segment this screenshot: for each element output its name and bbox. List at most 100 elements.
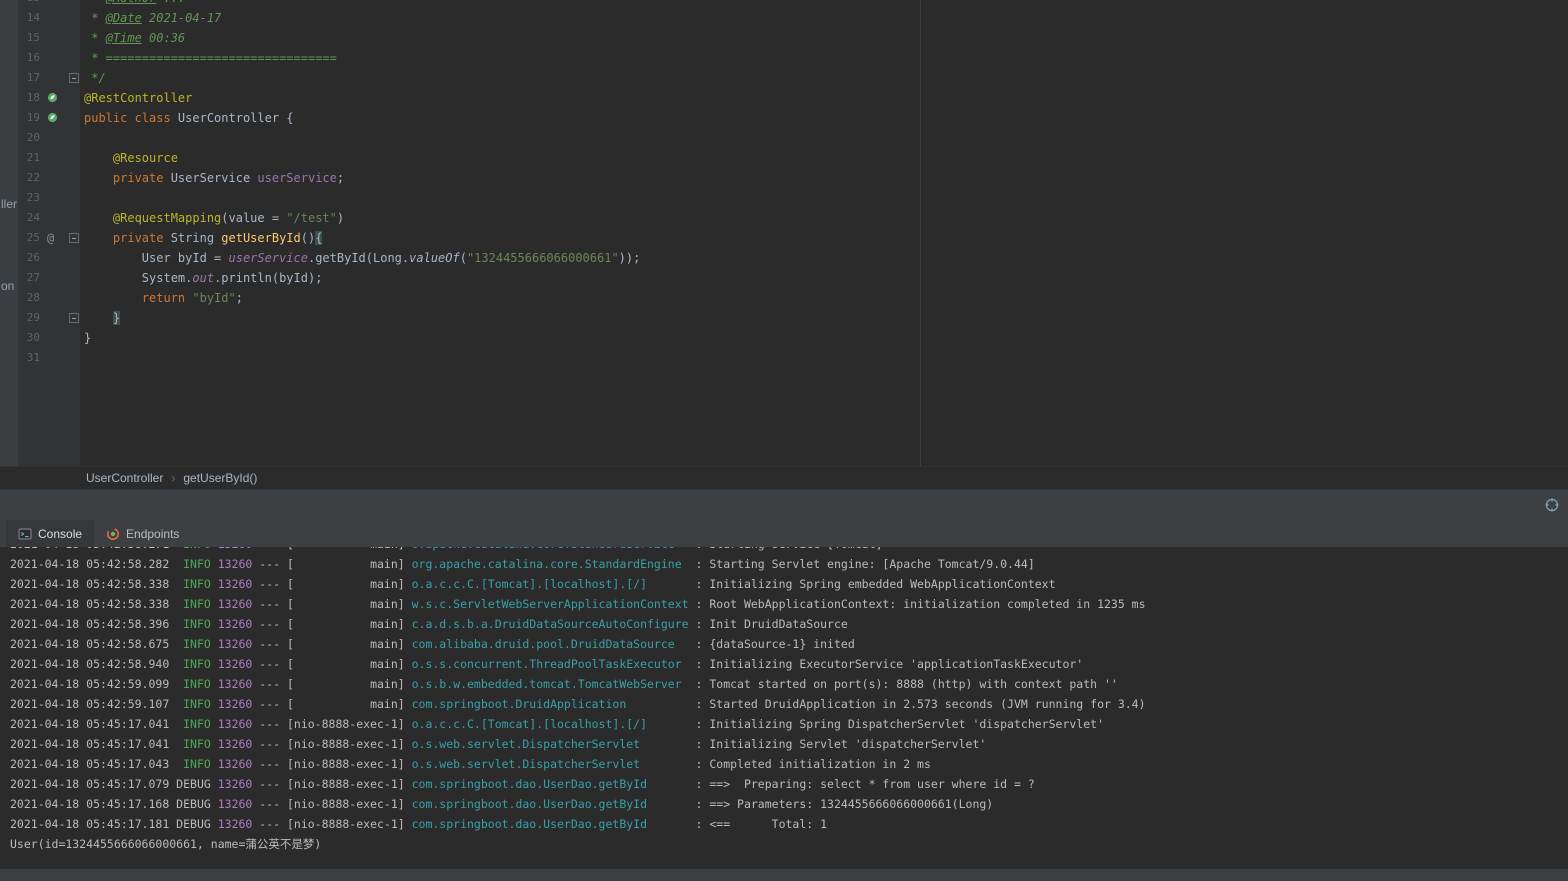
gutter-line[interactable]: 15 — [18, 28, 80, 48]
code-line[interactable]: */ — [84, 68, 1568, 88]
log-pid: 13260 — [217, 557, 253, 571]
gutter-line[interactable]: 27 — [18, 268, 80, 288]
tab-console[interactable]: Console — [6, 520, 95, 547]
line-number[interactable]: 14 — [20, 8, 40, 28]
gutter-line[interactable]: 18 — [18, 88, 80, 108]
code-line[interactable]: public class UserController { — [84, 108, 1568, 128]
gutter-line[interactable]: 30 — [18, 328, 80, 348]
log-colon: : — [688, 817, 710, 831]
code-line[interactable]: User byId = userService.getById(Long.val… — [84, 248, 1568, 268]
line-number[interactable]: 23 — [20, 188, 40, 208]
code-line[interactable]: * @Author ... — [84, 0, 1568, 8]
line-number[interactable]: 20 — [20, 128, 40, 148]
log-colon: : — [688, 717, 710, 731]
fold-icon[interactable] — [69, 233, 79, 243]
gutter-line[interactable]: 20 — [18, 128, 80, 148]
fold-icon[interactable] — [69, 73, 79, 83]
fold-icon[interactable] — [69, 313, 79, 323]
tool-window-toolbar — [0, 490, 1568, 520]
gutter-line[interactable]: 21 — [18, 148, 80, 168]
log-level: INFO — [176, 557, 211, 571]
code-line[interactable]: * @Time 00:36 — [84, 28, 1568, 48]
log-timestamp: 2021-04-18 05:42:58.396 — [10, 617, 177, 631]
log-timestamp: 2021-04-18 05:42:58.282 — [10, 557, 177, 571]
gutter-line[interactable]: 22 — [18, 168, 80, 188]
code-line[interactable] — [84, 348, 1568, 368]
gutter-line[interactable]: 25 @ — [18, 228, 80, 248]
code-line[interactable]: } — [84, 328, 1568, 348]
line-number[interactable]: 15 — [20, 28, 40, 48]
code-line[interactable]: private String getUserById(){ — [84, 228, 1568, 248]
spring-bean-icon[interactable] — [47, 92, 58, 103]
log-colon: : — [688, 597, 710, 611]
log-thread: main] — [293, 637, 412, 651]
project-panel-edge[interactable]: ller on — [0, 0, 18, 466]
log-thread: main] — [294, 547, 412, 551]
code-token: private — [112, 171, 171, 185]
gutter-line[interactable]: 13 — [18, 0, 80, 8]
tab-endpoints[interactable]: Endpoints — [94, 520, 191, 547]
gutter-line[interactable]: 19 — [18, 108, 80, 128]
line-number[interactable]: 27 — [20, 268, 40, 288]
code-line[interactable]: * ================================ — [84, 48, 1568, 68]
gutter-line[interactable]: 17 — [18, 68, 80, 88]
gutter-line[interactable]: 16 — [18, 48, 80, 68]
code-editor[interactable]: * @Author ... * @Date 2021-04-17 * @Time… — [80, 0, 1568, 466]
editor-gutter[interactable]: 13141516171819202122232425 @262728293031 — [18, 0, 80, 466]
gutter-line[interactable]: 14 — [18, 8, 80, 28]
gutter-line[interactable]: 31 — [18, 348, 80, 368]
log-message: Initializing Spring embedded WebApplicat… — [709, 577, 1056, 591]
code-token: () — [300, 231, 316, 245]
crosshair-icon[interactable] — [1544, 497, 1560, 513]
line-number[interactable]: 19 — [20, 108, 40, 128]
code-line[interactable]: System.out.println(byId); — [84, 268, 1568, 288]
code-line[interactable] — [84, 188, 1568, 208]
code-line[interactable]: return "byId"; — [84, 288, 1568, 308]
breadcrumb-separator: › — [171, 471, 176, 485]
line-number[interactable]: 18 — [20, 88, 40, 108]
line-number[interactable]: 22 — [20, 168, 40, 188]
log-thread: main] — [293, 617, 412, 631]
line-number[interactable]: 25 — [20, 228, 40, 248]
code-line[interactable]: @RequestMapping(value = "/test") — [84, 208, 1568, 228]
code-line[interactable] — [84, 128, 1568, 148]
line-number[interactable]: 16 — [20, 48, 40, 68]
line-number[interactable]: 28 — [20, 288, 40, 308]
log-separator: --- [ — [252, 557, 294, 571]
console-panel[interactable]: 2021-04-18 05:42:58.271 INFO 13260 --- [… — [0, 547, 1568, 868]
line-number[interactable]: 26 — [20, 248, 40, 268]
line-number[interactable]: 13 — [20, 0, 40, 8]
code-line[interactable]: } — [84, 308, 1568, 328]
project-tree-item-partial[interactable]: on — [1, 279, 14, 293]
gutter-line[interactable]: 26 — [18, 248, 80, 268]
log-colon: : — [688, 697, 710, 711]
code-line[interactable]: @Resource — [84, 148, 1568, 168]
line-number[interactable]: 17 — [20, 68, 40, 88]
spring-bean-icon[interactable] — [47, 112, 58, 123]
breadcrumb-item-class[interactable]: UserController — [86, 471, 163, 485]
line-number[interactable]: 29 — [20, 308, 40, 328]
gutter-line[interactable]: 28 — [18, 288, 80, 308]
line-number[interactable]: 30 — [20, 328, 40, 348]
project-tree-item-partial[interactable]: ller — [1, 197, 17, 211]
code-token: ( — [459, 251, 467, 265]
console-line: 2021-04-18 05:42:58.675 INFO 13260 --- [… — [10, 634, 1568, 654]
breadcrumb-item-method[interactable]: getUserById() — [183, 471, 257, 485]
console-line: 2021-04-18 05:45:17.079 DEBUG 13260 --- … — [10, 774, 1568, 794]
editor-region: ller on 13141516171819202122232425@26272… — [0, 0, 1568, 466]
gutter-line[interactable]: 24 — [18, 208, 80, 228]
code-line[interactable]: * @Date 2021-04-17 — [84, 8, 1568, 28]
code-line[interactable]: @RestController — [84, 88, 1568, 108]
log-level: INFO — [176, 617, 211, 631]
gutter-line[interactable]: 29 — [18, 308, 80, 328]
line-number[interactable]: 24 — [20, 208, 40, 228]
annotation-gutter-icon[interactable]: @ — [47, 228, 54, 248]
gutter-line[interactable]: 23 — [18, 188, 80, 208]
code-line[interactable]: private UserService userService; — [84, 168, 1568, 188]
log-message: Initializing ExecutorService 'applicatio… — [709, 657, 1084, 671]
line-number[interactable]: 31 — [20, 348, 40, 368]
line-number[interactable]: 21 — [20, 148, 40, 168]
